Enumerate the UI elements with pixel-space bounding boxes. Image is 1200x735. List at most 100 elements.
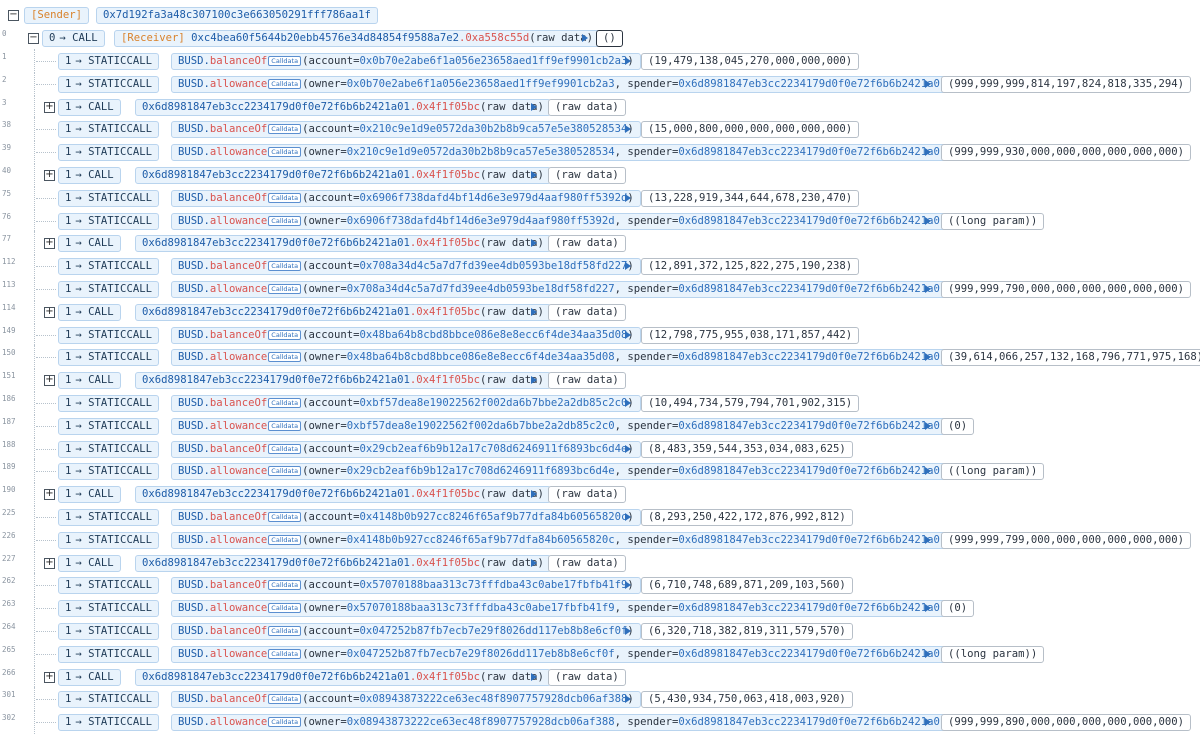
call-type-chip[interactable]: 1 → STATICCALL — [58, 463, 159, 480]
calldata-badge[interactable]: Calldata — [268, 421, 302, 431]
call-target-chip[interactable]: 0x6d8981847eb3cc2234179d0f0e72f6b6b2421a… — [135, 669, 551, 686]
expand-output-icon[interactable] — [625, 627, 631, 635]
expand-output-icon[interactable] — [531, 239, 537, 247]
call-target-chip[interactable]: 0x6d8981847eb3cc2234179d0f0e72f6b6b2421a… — [135, 167, 551, 184]
call-type-chip[interactable]: 1 → STATICCALL — [58, 190, 159, 207]
call-target-chip[interactable]: 0x6d8981847eb3cc2234179d0f0e72f6b6b2421a… — [135, 486, 551, 503]
allowance-call-chip[interactable]: BUSD.allowance Calldata (owner=0x708a34d4c… — [171, 281, 960, 298]
calldata-badge[interactable]: Calldata — [268, 352, 302, 362]
calldata-badge[interactable]: Calldata — [268, 216, 302, 226]
call-target-chip[interactable]: 0x6d8981847eb3cc2234179d0f0e72f6b6b2421a… — [135, 555, 551, 572]
call-type-chip[interactable]: 1 → STATICCALL — [58, 213, 159, 230]
expand-output-icon[interactable] — [625, 194, 631, 202]
call-type-chip[interactable]: 1 → CALL — [58, 304, 121, 321]
allowance-call-chip[interactable]: BUSD.allowance Calldata (owner=0x210c9e1d9… — [171, 144, 960, 161]
balanceof-call-chip[interactable]: BUSD.balanceOf Calldata (account=0x29cb2ea… — [171, 441, 641, 458]
call-type-chip[interactable]: 1 → STATICCALL — [58, 121, 159, 138]
expand-output-icon[interactable] — [925, 604, 931, 612]
expand-toggle-icon[interactable]: + — [44, 672, 55, 683]
call-type-chip[interactable]: 0 → CALL — [42, 30, 105, 47]
call-type-chip[interactable]: 1 → STATICCALL — [58, 509, 159, 526]
sender-address[interactable]: 0x7d192fa3a48c307100c3e663050291fff786aa… — [96, 7, 378, 24]
receiver-call-chip[interactable]: [Receiver] 0xc4bea60f5644b20ebb4576e34d8… — [114, 30, 600, 47]
expand-output-icon[interactable] — [625, 399, 631, 407]
allowance-call-chip[interactable]: BUSD.allowance Calldata (owner=0x4148b0b92… — [171, 532, 960, 549]
calldata-badge[interactable]: Calldata — [268, 512, 302, 522]
expand-output-icon[interactable] — [925, 650, 931, 658]
allowance-call-chip[interactable]: BUSD.allowance Calldata (owner=0x089438732… — [171, 714, 960, 731]
expand-toggle-icon[interactable]: + — [44, 170, 55, 181]
expand-output-icon[interactable] — [531, 308, 537, 316]
call-type-chip[interactable]: 1 → CALL — [58, 555, 121, 572]
call-type-chip[interactable]: 1 → STATICCALL — [58, 600, 159, 617]
allowance-call-chip[interactable]: BUSD.allowance Calldata (owner=0xbf57dea8e… — [171, 418, 960, 435]
calldata-badge[interactable]: Calldata — [268, 626, 302, 636]
calldata-badge[interactable]: Calldata — [268, 193, 302, 203]
balanceof-call-chip[interactable]: BUSD.balanceOf Calldata (account=0x210c9e1… — [171, 121, 641, 138]
balanceof-call-chip[interactable]: BUSD.balanceOf Calldata (account=0xbf57dea… — [171, 395, 641, 412]
expand-output-icon[interactable] — [582, 34, 588, 42]
expand-toggle-icon[interactable]: + — [44, 489, 55, 500]
calldata-badge[interactable]: Calldata — [268, 398, 302, 408]
call-type-chip[interactable]: 1 → STATICCALL — [58, 258, 159, 275]
call-target-chip[interactable]: 0x6d8981847eb3cc2234179d0f0e72f6b6b2421a… — [135, 372, 551, 389]
call-type-chip[interactable]: 1 → STATICCALL — [58, 349, 159, 366]
balanceof-call-chip[interactable]: BUSD.balanceOf Calldata (account=0x4148b0b… — [171, 509, 641, 526]
allowance-call-chip[interactable]: BUSD.allowance Calldata (owner=0x6906f738d… — [171, 213, 960, 230]
call-type-chip[interactable]: 1 → STATICCALL — [58, 441, 159, 458]
expand-toggle-icon[interactable]: + — [44, 102, 55, 113]
call-target-chip[interactable]: 0x6d8981847eb3cc2234179d0f0e72f6b6b2421a… — [135, 99, 551, 116]
call-type-chip[interactable]: 1 → STATICCALL — [58, 144, 159, 161]
expand-output-icon[interactable] — [531, 490, 537, 498]
collapse-toggle-icon[interactable]: − — [8, 10, 19, 21]
call-type-chip[interactable]: 1 → STATICCALL — [58, 76, 159, 93]
calldata-badge[interactable]: Calldata — [268, 147, 302, 157]
expand-output-icon[interactable] — [531, 171, 537, 179]
expand-toggle-icon[interactable]: + — [44, 238, 55, 249]
balanceof-call-chip[interactable]: BUSD.balanceOf Calldata (account=0x0894387… — [171, 691, 641, 708]
allowance-call-chip[interactable]: BUSD.allowance Calldata (owner=0x57070188b… — [171, 600, 960, 617]
call-type-chip[interactable]: 1 → STATICCALL — [58, 714, 159, 731]
expand-output-icon[interactable] — [531, 103, 537, 111]
call-type-chip[interactable]: 1 → CALL — [58, 235, 121, 252]
expand-output-icon[interactable] — [625, 262, 631, 270]
calldata-badge[interactable]: Calldata — [268, 79, 302, 89]
call-type-chip[interactable]: 1 → STATICCALL — [58, 281, 159, 298]
call-type-chip[interactable]: 1 → CALL — [58, 99, 121, 116]
call-type-chip[interactable]: 1 → STATICCALL — [58, 418, 159, 435]
expand-output-icon[interactable] — [531, 376, 537, 384]
call-type-chip[interactable]: 1 → STATICCALL — [58, 646, 159, 663]
calldata-badge[interactable]: Calldata — [268, 124, 302, 134]
balanceof-call-chip[interactable]: BUSD.balanceOf Calldata (account=0x48ba64b… — [171, 327, 641, 344]
collapse-toggle-icon[interactable]: − — [28, 33, 39, 44]
call-type-chip[interactable]: 1 → STATICCALL — [58, 532, 159, 549]
expand-output-icon[interactable] — [531, 673, 537, 681]
expand-output-icon[interactable] — [925, 422, 931, 430]
call-type-chip[interactable]: 1 → CALL — [58, 167, 121, 184]
expand-output-icon[interactable] — [625, 581, 631, 589]
expand-output-icon[interactable] — [925, 285, 931, 293]
call-target-chip[interactable]: 0x6d8981847eb3cc2234179d0f0e72f6b6b2421a… — [135, 304, 551, 321]
call-type-chip[interactable]: 1 → STATICCALL — [58, 327, 159, 344]
call-type-chip[interactable]: 1 → STATICCALL — [58, 623, 159, 640]
expand-output-icon[interactable] — [925, 536, 931, 544]
call-type-chip[interactable]: 1 → CALL — [58, 486, 121, 503]
expand-output-icon[interactable] — [625, 57, 631, 65]
expand-output-icon[interactable] — [925, 353, 931, 361]
expand-toggle-icon[interactable]: + — [44, 307, 55, 318]
calldata-badge[interactable]: Calldata — [268, 535, 302, 545]
allowance-call-chip[interactable]: BUSD.allowance Calldata (owner=0x0b70e2abe… — [171, 76, 960, 93]
calldata-badge[interactable]: Calldata — [268, 717, 302, 727]
balanceof-call-chip[interactable]: BUSD.balanceOf Calldata (account=0x6906f73… — [171, 190, 641, 207]
expand-output-icon[interactable] — [625, 695, 631, 703]
calldata-badge[interactable]: Calldata — [268, 284, 302, 294]
call-type-chip[interactable]: 1 → CALL — [58, 669, 121, 686]
call-target-chip[interactable]: 0x6d8981847eb3cc2234179d0f0e72f6b6b2421a… — [135, 235, 551, 252]
expand-toggle-icon[interactable]: + — [44, 558, 55, 569]
expand-output-icon[interactable] — [925, 718, 931, 726]
balanceof-call-chip[interactable]: BUSD.balanceOf Calldata (account=0x708a34d… — [171, 258, 641, 275]
call-type-chip[interactable]: 1 → STATICCALL — [58, 577, 159, 594]
expand-output-icon[interactable] — [625, 331, 631, 339]
calldata-badge[interactable]: Calldata — [268, 261, 302, 271]
allowance-call-chip[interactable]: BUSD.allowance Calldata (owner=0x047252b87… — [171, 646, 960, 663]
